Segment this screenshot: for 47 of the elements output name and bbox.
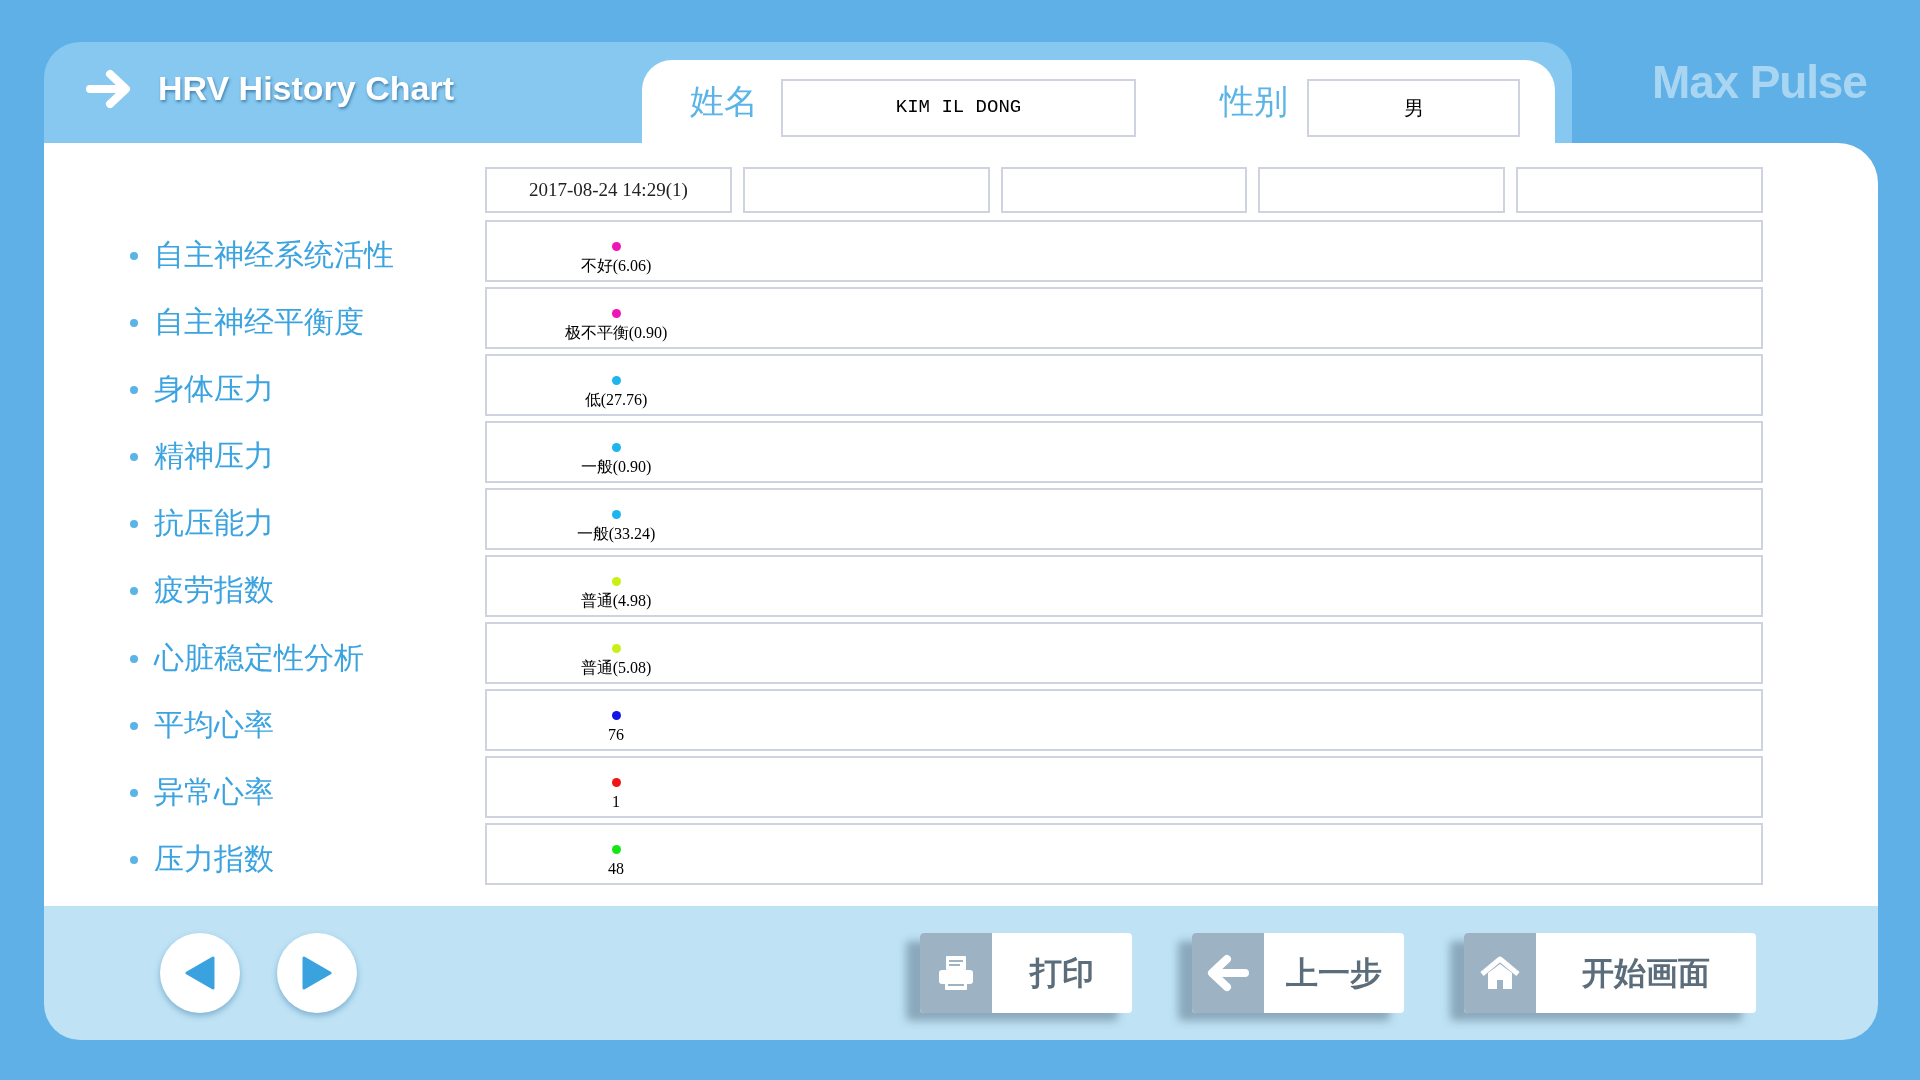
bullet-icon xyxy=(130,453,138,462)
bullet-icon xyxy=(130,654,138,663)
date-header-cell: 2017-08-24 14:29(1) xyxy=(485,167,732,213)
bullet-icon xyxy=(130,319,138,328)
metric-value: 76 xyxy=(608,726,624,744)
bullet-icon xyxy=(130,855,138,864)
bullet-icon xyxy=(130,520,138,529)
name-field: KIM IL DONG xyxy=(781,78,1136,137)
metric-label: 自主神经系统活性 xyxy=(154,237,394,273)
metric-label: 精神压力 xyxy=(154,438,274,475)
name-label: 姓名 xyxy=(690,81,759,122)
metric-label: 压力指数 xyxy=(154,840,274,877)
gender-field: 男 xyxy=(1307,78,1520,137)
metric-value: 一般(33.24) xyxy=(576,525,656,543)
print-button[interactable]: 打印 xyxy=(920,933,1132,1013)
bullet-icon xyxy=(130,252,138,260)
metric-label: 疲劳指数 xyxy=(154,572,274,609)
gender-label: 性别 xyxy=(1220,81,1289,122)
bullet-icon xyxy=(130,721,138,730)
home-button[interactable]: 开始画面 xyxy=(1464,933,1756,1013)
back-button[interactable]: 上一步 xyxy=(1192,933,1404,1013)
brand-logo-text: Max Pulse xyxy=(1652,55,1867,110)
metric-value: 不好(6.06) xyxy=(580,257,652,275)
arrow-left-icon xyxy=(1207,954,1249,992)
metric-value: 低(27.76) xyxy=(584,391,648,409)
metric-value: 极不平衡(0.90) xyxy=(564,324,668,342)
metric-label: 自主神经平衡度 xyxy=(154,304,364,341)
right-triangle-icon xyxy=(302,956,332,990)
metric-label: 抗压能力 xyxy=(154,505,274,542)
previous-button[interactable] xyxy=(160,933,240,1013)
bullet-icon xyxy=(130,788,138,797)
metric-value: 48 xyxy=(608,860,624,878)
metric-label: 身体压力 xyxy=(154,371,274,408)
metric-value: 普通(5.08) xyxy=(580,659,652,677)
bullet-icon xyxy=(130,587,138,596)
metric-value: 1 xyxy=(612,793,620,811)
metric-label: 异常心率 xyxy=(154,773,274,810)
metric-label: 心脏稳定性分析 xyxy=(154,639,364,676)
printer-icon xyxy=(936,953,976,993)
left-triangle-icon xyxy=(185,956,215,990)
next-button[interactable] xyxy=(277,933,357,1013)
home-icon xyxy=(1478,954,1522,992)
metric-label: 平均心率 xyxy=(154,706,274,743)
metric-value: 一般(0.90) xyxy=(580,458,652,476)
page-title: HRV History Chart xyxy=(158,68,454,109)
bullet-icon xyxy=(130,386,138,395)
metric-value: 普通(4.98) xyxy=(580,592,652,610)
